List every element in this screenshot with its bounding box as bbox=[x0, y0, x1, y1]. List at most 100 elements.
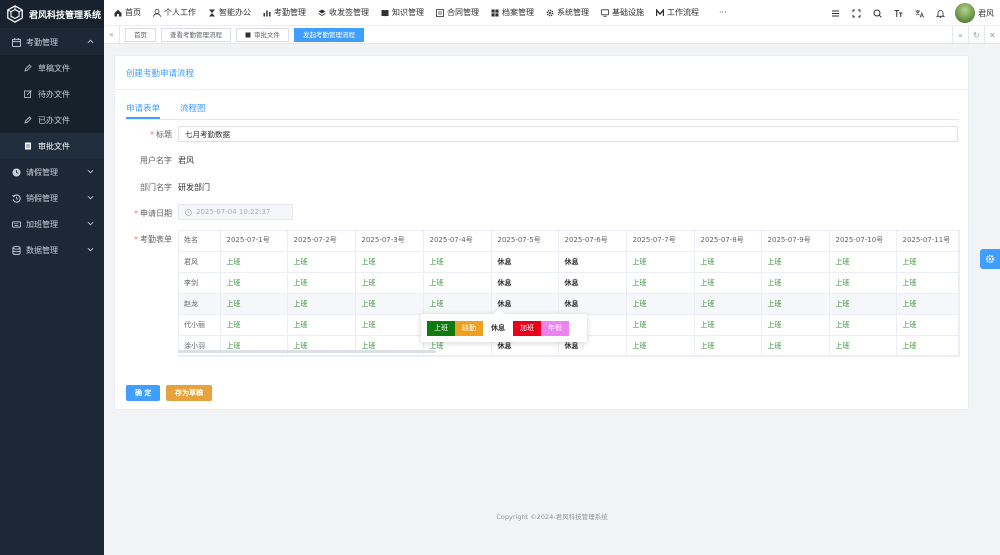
sidebar-item-done[interactable]: 已办文件 bbox=[0, 107, 104, 133]
attendance-cell[interactable]: 上班 bbox=[287, 314, 356, 336]
attendance-cell[interactable]: 上班 bbox=[220, 272, 288, 294]
refresh-icon[interactable]: ↻ bbox=[968, 26, 984, 44]
attendance-cell[interactable]: 上班 bbox=[829, 251, 897, 273]
attendance-cell[interactable]: 上班 bbox=[423, 293, 492, 315]
nav-personal-work[interactable]: 个人工作 bbox=[153, 7, 196, 18]
date-picker[interactable]: 2025-07-04 10:22:37 bbox=[178, 204, 293, 220]
bell-icon[interactable] bbox=[936, 9, 945, 18]
nav-attendance[interactable]: 考勤管理 bbox=[263, 7, 306, 18]
attendance-cell[interactable]: 休息 bbox=[491, 272, 559, 294]
nav-workflow[interactable]: 工作流程 bbox=[656, 7, 699, 18]
sidebar-item-approval[interactable]: 审批文件 bbox=[0, 133, 104, 159]
attendance-cell[interactable]: 上班 bbox=[626, 251, 695, 273]
tag-home[interactable]: 首页 bbox=[125, 27, 156, 42]
attendance-cell[interactable]: 上班 bbox=[761, 272, 830, 294]
attendance-cell[interactable]: 上班 bbox=[220, 251, 288, 273]
attendance-cell[interactable]: 上班 bbox=[829, 272, 897, 294]
horizontal-scrollbar[interactable] bbox=[178, 350, 436, 353]
attendance-cell[interactable]: 上班 bbox=[355, 251, 424, 273]
sidebar-group-cancel-leave[interactable]: 销假管理 bbox=[0, 185, 104, 211]
sidebar-group-attendance[interactable]: 考勤管理 bbox=[0, 29, 104, 55]
attendance-cell[interactable]: 上班 bbox=[829, 335, 897, 357]
attendance-cell[interactable]: 上班 bbox=[626, 272, 695, 294]
logo[interactable]: 君风科技管理系统 bbox=[0, 0, 104, 28]
attendance-cell[interactable]: 上班 bbox=[220, 314, 288, 336]
scroll-right-icon[interactable]: » bbox=[952, 26, 968, 44]
attendance-cell[interactable]: 上班 bbox=[829, 314, 897, 336]
fullscreen-icon[interactable] bbox=[852, 9, 861, 18]
attendance-cell[interactable]: 休息 bbox=[491, 251, 559, 273]
sidebar-item-todo[interactable]: 待办文件 bbox=[0, 81, 104, 107]
save-draft-button[interactable]: 存为草稿 bbox=[166, 385, 212, 401]
attendance-cell[interactable]: 上班 bbox=[761, 293, 830, 315]
attendance-cell[interactable]: 上班 bbox=[694, 335, 762, 357]
attendance-cell[interactable]: 上班 bbox=[896, 293, 960, 315]
nav-dispatch[interactable]: 收发签管理 bbox=[318, 7, 369, 18]
sidebar-group-leave[interactable]: 请假管理 bbox=[0, 159, 104, 185]
sidebar-item-label: 已办文件 bbox=[38, 115, 70, 125]
sidebar-item-drafts[interactable]: 草稿文件 bbox=[0, 55, 104, 81]
scroll-left-icon[interactable]: « bbox=[104, 25, 120, 44]
attendance-cell[interactable]: 休息 bbox=[558, 272, 627, 294]
attendance-cell[interactable]: 上班 bbox=[896, 314, 960, 336]
nav-infrastructure[interactable]: 基础设施 bbox=[601, 7, 644, 18]
nav-contract[interactable]: 合同管理 bbox=[436, 7, 479, 18]
attendance-cell[interactable]: 休息 bbox=[558, 293, 627, 315]
attendance-cell[interactable]: 上班 bbox=[355, 272, 424, 294]
sidebar-group-data[interactable]: 数据管理 bbox=[0, 237, 104, 263]
attendance-cell[interactable]: 上班 bbox=[896, 251, 960, 273]
nav-smart-office[interactable]: 智能办公 bbox=[208, 7, 251, 18]
nav-more[interactable]: ··· bbox=[719, 8, 727, 17]
status-option[interactable]: 缺勤 bbox=[455, 320, 483, 336]
attendance-cell[interactable]: 上班 bbox=[626, 314, 695, 336]
translate-icon[interactable] bbox=[915, 9, 924, 18]
font-size-icon[interactable] bbox=[894, 9, 903, 18]
tag-view-attendance-flow[interactable]: 查看考勤管理流程 bbox=[161, 27, 231, 42]
title-input[interactable] bbox=[178, 126, 958, 142]
attendance-cell[interactable]: 上班 bbox=[829, 293, 897, 315]
attendance-cell[interactable]: 上班 bbox=[626, 335, 695, 357]
attendance-cell[interactable]: 上班 bbox=[287, 272, 356, 294]
status-option[interactable]: 加班 bbox=[513, 320, 541, 336]
form-tabs: 申请表单 流程图 bbox=[126, 102, 226, 119]
tab-application-form[interactable]: 申请表单 bbox=[126, 102, 161, 119]
avatar[interactable] bbox=[955, 3, 975, 23]
attendance-cell[interactable]: 上班 bbox=[761, 335, 830, 357]
attendance-cell[interactable]: 上班 bbox=[896, 272, 960, 294]
tag-approval-files[interactable]: 审批文件 bbox=[236, 27, 289, 42]
confirm-button[interactable]: 确 定 bbox=[126, 385, 161, 401]
attendance-cell[interactable]: 上班 bbox=[694, 272, 762, 294]
main-card: 创建考勤申请流程 申请表单 流程图 *标题 用户名字 君风 部门名字 研发部门 … bbox=[114, 55, 969, 410]
nav-system[interactable]: 系统管理 bbox=[546, 7, 589, 18]
status-option[interactable]: 休息 bbox=[483, 323, 513, 333]
attendance-cell[interactable]: 上班 bbox=[287, 251, 356, 273]
close-all-icon[interactable]: ✕ bbox=[984, 26, 1000, 44]
nav-knowledge[interactable]: 知识管理 bbox=[381, 7, 424, 18]
nav-home[interactable]: 首页 bbox=[114, 7, 141, 18]
menu-icon[interactable] bbox=[831, 9, 840, 18]
attendance-cell[interactable]: 上班 bbox=[355, 293, 424, 315]
attendance-cell[interactable]: 上班 bbox=[355, 314, 424, 336]
status-option[interactable]: 年假 bbox=[541, 320, 569, 336]
attendance-cell[interactable]: 休息 bbox=[558, 251, 627, 273]
search-icon[interactable] bbox=[873, 9, 882, 18]
tag-create-attendance-flow[interactable]: 发起考勤管理流程 bbox=[294, 27, 364, 42]
attendance-cell[interactable]: 上班 bbox=[896, 335, 960, 357]
attendance-cell[interactable]: 上班 bbox=[694, 293, 762, 315]
attendance-cell[interactable]: 上班 bbox=[694, 251, 762, 273]
sidebar-group-overtime[interactable]: 加班管理 bbox=[0, 211, 104, 237]
tag-label: 审批文件 bbox=[254, 30, 280, 39]
user-name[interactable]: 君风 bbox=[978, 8, 994, 19]
attendance-cell[interactable]: 上班 bbox=[423, 272, 492, 294]
attendance-cell[interactable]: 上班 bbox=[761, 314, 830, 336]
attendance-cell[interactable]: 上班 bbox=[287, 293, 356, 315]
settings-float-button[interactable] bbox=[980, 249, 1000, 269]
attendance-cell[interactable]: 上班 bbox=[761, 251, 830, 273]
attendance-cell[interactable]: 上班 bbox=[694, 314, 762, 336]
attendance-cell[interactable]: 上班 bbox=[423, 251, 492, 273]
nav-archive[interactable]: 档案管理 bbox=[491, 7, 534, 18]
attendance-cell[interactable]: 上班 bbox=[626, 293, 695, 315]
attendance-cell[interactable]: 上班 bbox=[220, 293, 288, 315]
tab-flowchart[interactable]: 流程图 bbox=[180, 102, 206, 119]
status-option[interactable]: 上班 bbox=[427, 320, 455, 336]
